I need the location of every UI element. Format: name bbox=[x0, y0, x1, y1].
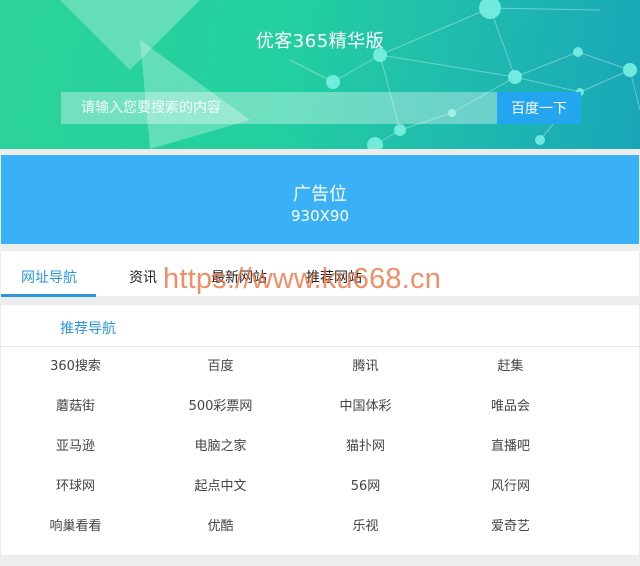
nav-link[interactable]: 唯品会 bbox=[438, 397, 583, 437]
panel-header: 推荐导航 bbox=[1, 305, 639, 347]
tab-news[interactable]: 资讯 bbox=[129, 267, 157, 287]
ad-size: 930X90 bbox=[291, 207, 349, 225]
nav-link[interactable]: 优酷 bbox=[148, 517, 293, 557]
nav-link[interactable]: 蘑菇街 bbox=[3, 397, 148, 437]
panel-title: 推荐导航 bbox=[60, 321, 116, 337]
nav-link[interactable]: 腾讯 bbox=[293, 357, 438, 397]
nav-link[interactable]: 56网 bbox=[293, 477, 438, 517]
nav-link[interactable]: 百度 bbox=[148, 357, 293, 397]
nav-link[interactable]: 赶集 bbox=[438, 357, 583, 397]
nav-link[interactable]: 直播吧 bbox=[438, 437, 583, 477]
nav-link[interactable]: 起点中文 bbox=[148, 477, 293, 517]
nav-link[interactable]: 乐视 bbox=[293, 517, 438, 557]
ad-banner[interactable]: 广告位 930X90 bbox=[1, 155, 639, 244]
search-button[interactable]: 百度一下 bbox=[497, 92, 581, 124]
hero-banner: 优客365精华版 百度一下 bbox=[0, 0, 640, 149]
tab-latest-sites[interactable]: 最新网站 bbox=[211, 267, 267, 287]
nav-link[interactable]: 亚马逊 bbox=[3, 437, 148, 477]
nav-link[interactable]: 中国体彩 bbox=[293, 397, 438, 437]
nav-link[interactable]: 风行网 bbox=[438, 477, 583, 517]
nav-link[interactable]: 爱奇艺 bbox=[438, 517, 583, 557]
tab-recommended-sites[interactable]: 推荐网站 bbox=[306, 267, 362, 287]
link-grid: 360搜索 百度 腾讯 赶集 蘑菇街 500彩票网 中国体彩 唯品会 亚马逊 电… bbox=[1, 357, 640, 557]
network-pattern bbox=[60, 0, 640, 149]
nav-link[interactable]: 电脑之家 bbox=[148, 437, 293, 477]
nav-link[interactable]: 360搜索 bbox=[3, 357, 148, 397]
site-title: 优客365精华版 bbox=[255, 31, 385, 52]
recommended-nav-panel: 推荐导航 360搜索 百度 腾讯 赶集 蘑菇街 500彩票网 中国体彩 唯品会 … bbox=[1, 305, 639, 555]
nav-link[interactable]: 响巢看看 bbox=[3, 517, 148, 557]
tab-bar: 网址导航 资讯 最新网站 推荐网站 bbox=[1, 251, 639, 297]
search-input[interactable] bbox=[61, 92, 497, 124]
nav-link[interactable]: 猫扑网 bbox=[293, 437, 438, 477]
tab-nav[interactable]: 网址导航 bbox=[21, 267, 77, 287]
nav-link[interactable]: 环球网 bbox=[3, 477, 148, 517]
active-tab-indicator bbox=[1, 294, 96, 297]
nav-link[interactable]: 500彩票网 bbox=[148, 397, 293, 437]
ad-title: 广告位 bbox=[293, 184, 347, 205]
